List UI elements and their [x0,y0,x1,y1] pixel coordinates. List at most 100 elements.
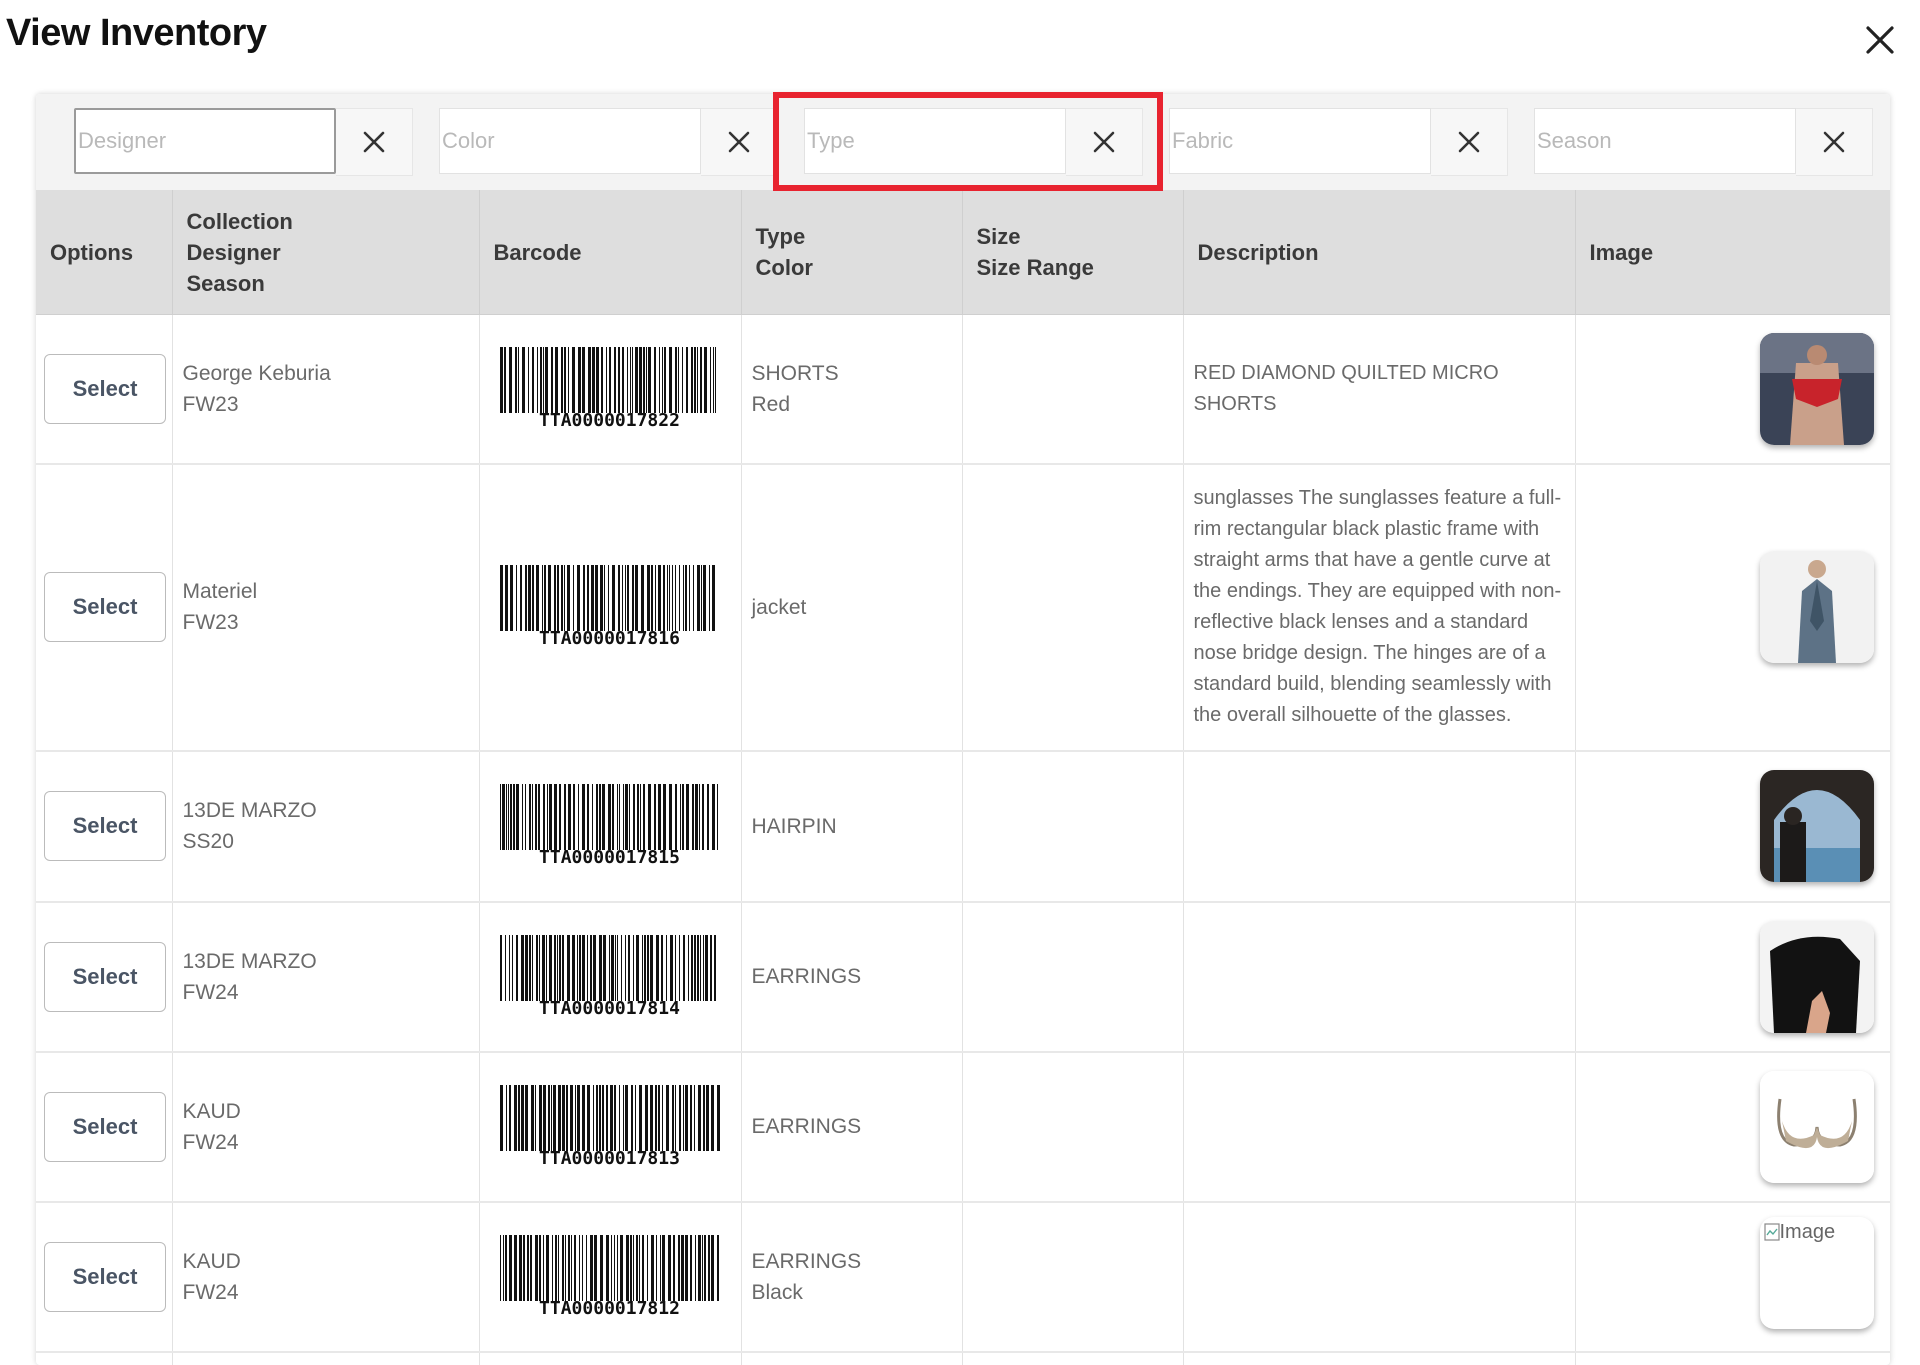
header-options[interactable]: Options [36,190,173,315]
color-filter-input[interactable] [439,108,701,174]
close-icon [728,131,750,153]
image-cell [1575,901,1890,1053]
barcode: TTA0000017815 [499,784,720,868]
image-cell [1575,314,1890,465]
barcode-cell: TTA0000017815 [479,750,742,903]
header-size[interactable]: Size Size Range [962,190,1184,315]
barcode-cell: TTA0000017822 [479,314,742,465]
barcode-cell: TTA0000017816 [479,463,742,752]
page-title: View Inventory [6,12,267,54]
barcode-bars [499,1234,719,1301]
designer-filter-clear-button[interactable] [336,108,413,176]
product-thumbnail[interactable]: Image [1759,1216,1874,1329]
image-cell: Image [1575,1201,1890,1353]
barcode-bars [499,346,716,413]
collection-cell: KAUD FW24 [172,1201,480,1353]
select-button[interactable]: Select [44,572,166,642]
size-cell [962,901,1184,1053]
select-button[interactable]: Select [44,1241,166,1312]
barcode: TTA0000017816 [499,565,720,649]
collection-cell: 13DE MARZO SS20 [172,750,480,903]
options-cell: Select [36,314,173,465]
description-cell [1183,1051,1576,1203]
season-filter [1534,108,1873,176]
size-cell [962,463,1184,752]
close-icon [1093,131,1115,153]
select-button[interactable]: Select [44,791,166,861]
description-cell: RED DIAMOND QUILTED MICRO SHORTS [1183,314,1576,465]
description-cell: sunglasses The sunglasses feature a full… [1183,463,1576,752]
size-cell [962,750,1184,903]
barcode: TTA0000017812 [499,1234,720,1319]
image-cell [1575,750,1890,903]
barcode: TTA0000017822 [499,346,720,431]
size-cell [962,1051,1184,1203]
color-filter-clear-button[interactable] [701,108,778,176]
broken-image-alt: Image [1763,1221,1835,1243]
options-cell: Select [36,750,173,903]
select-button[interactable]: Select [44,1091,166,1162]
select-button[interactable]: Select [44,941,166,1012]
type-cell: EARRINGS Black [741,1201,963,1353]
header-barcode[interactable]: Barcode [479,190,742,315]
barcode-bars [499,784,718,850]
table-row: Select Materiel FW23 TTA0000017816 jacke… [36,463,1890,752]
close-icon [1823,131,1845,153]
type-cell: EARRINGS [741,901,963,1053]
header-type[interactable]: Type Color [741,190,963,315]
product-thumbnail[interactable] [1759,551,1874,663]
close-icon [363,131,385,153]
season-text: FW23 [182,392,239,416]
header-description[interactable]: Description [1183,190,1576,315]
barcode: TTA0000017813 [499,1084,720,1169]
table-row: Select 13DE MARZO SS20 TTA0000017815 HAI… [36,750,1890,903]
product-thumbnail[interactable] [1759,332,1874,445]
size-cell [962,314,1184,465]
type-cell: jacket [741,463,963,752]
filter-bar [36,94,1890,190]
barcode-cell: TTA0000017814 [479,901,742,1053]
designer-filter-input[interactable] [74,108,336,174]
collection-cell: 13DE MARZO FW24 [172,901,480,1053]
type-filter-clear-button[interactable] [1066,108,1143,176]
image-cell [1575,1051,1890,1203]
fabric-filter [1169,108,1508,176]
description-cell [1183,750,1576,903]
collection-cell: KAUD FW24 [172,1051,480,1203]
fabric-filter-clear-button[interactable] [1431,108,1508,176]
product-thumbnail[interactable] [1759,920,1874,1033]
fabric-filter-input[interactable] [1169,108,1431,174]
product-thumbnail[interactable] [1759,1070,1874,1183]
description-cell [1183,1201,1576,1353]
barcode-cell: TTA0000017812 [479,1201,742,1353]
designer-filter [74,108,413,176]
options-cell: Select [36,901,173,1053]
season-filter-input[interactable] [1534,108,1796,174]
select-button[interactable]: Select [44,353,166,424]
type-cell: HAIRPIN [741,750,963,903]
table-row [36,1351,1890,1365]
barcode-bars [499,934,716,1001]
header-image[interactable]: Image [1575,190,1890,315]
table-row: Select KAUD FW24 TTA0000017812 EARRINGS … [36,1201,1890,1353]
product-thumbnail[interactable] [1759,770,1874,882]
image-cell [1575,463,1890,752]
options-cell: Select [36,1051,173,1203]
type-filter-input[interactable] [804,108,1066,174]
broken-image-icon [1763,1222,1780,1241]
collection-cell: George Keburia FW23 [172,314,480,465]
close-icon [1458,131,1480,153]
color-filter [439,108,778,176]
type-cell: EARRINGS [741,1051,963,1203]
barcode-bars [499,565,715,631]
type-cell: SHORTS Red [741,314,963,465]
header-collection[interactable]: Collection Designer Season [172,190,480,315]
season-filter-clear-button[interactable] [1796,108,1873,176]
description-cell [1183,901,1576,1053]
type-filter [804,108,1143,176]
collection-cell: Materiel FW23 [172,463,480,752]
size-cell [962,1201,1184,1353]
options-cell: Select [36,463,173,752]
close-icon[interactable] [1860,20,1900,60]
inventory-table: Options Collection Designer Season Barco… [36,190,1890,1365]
